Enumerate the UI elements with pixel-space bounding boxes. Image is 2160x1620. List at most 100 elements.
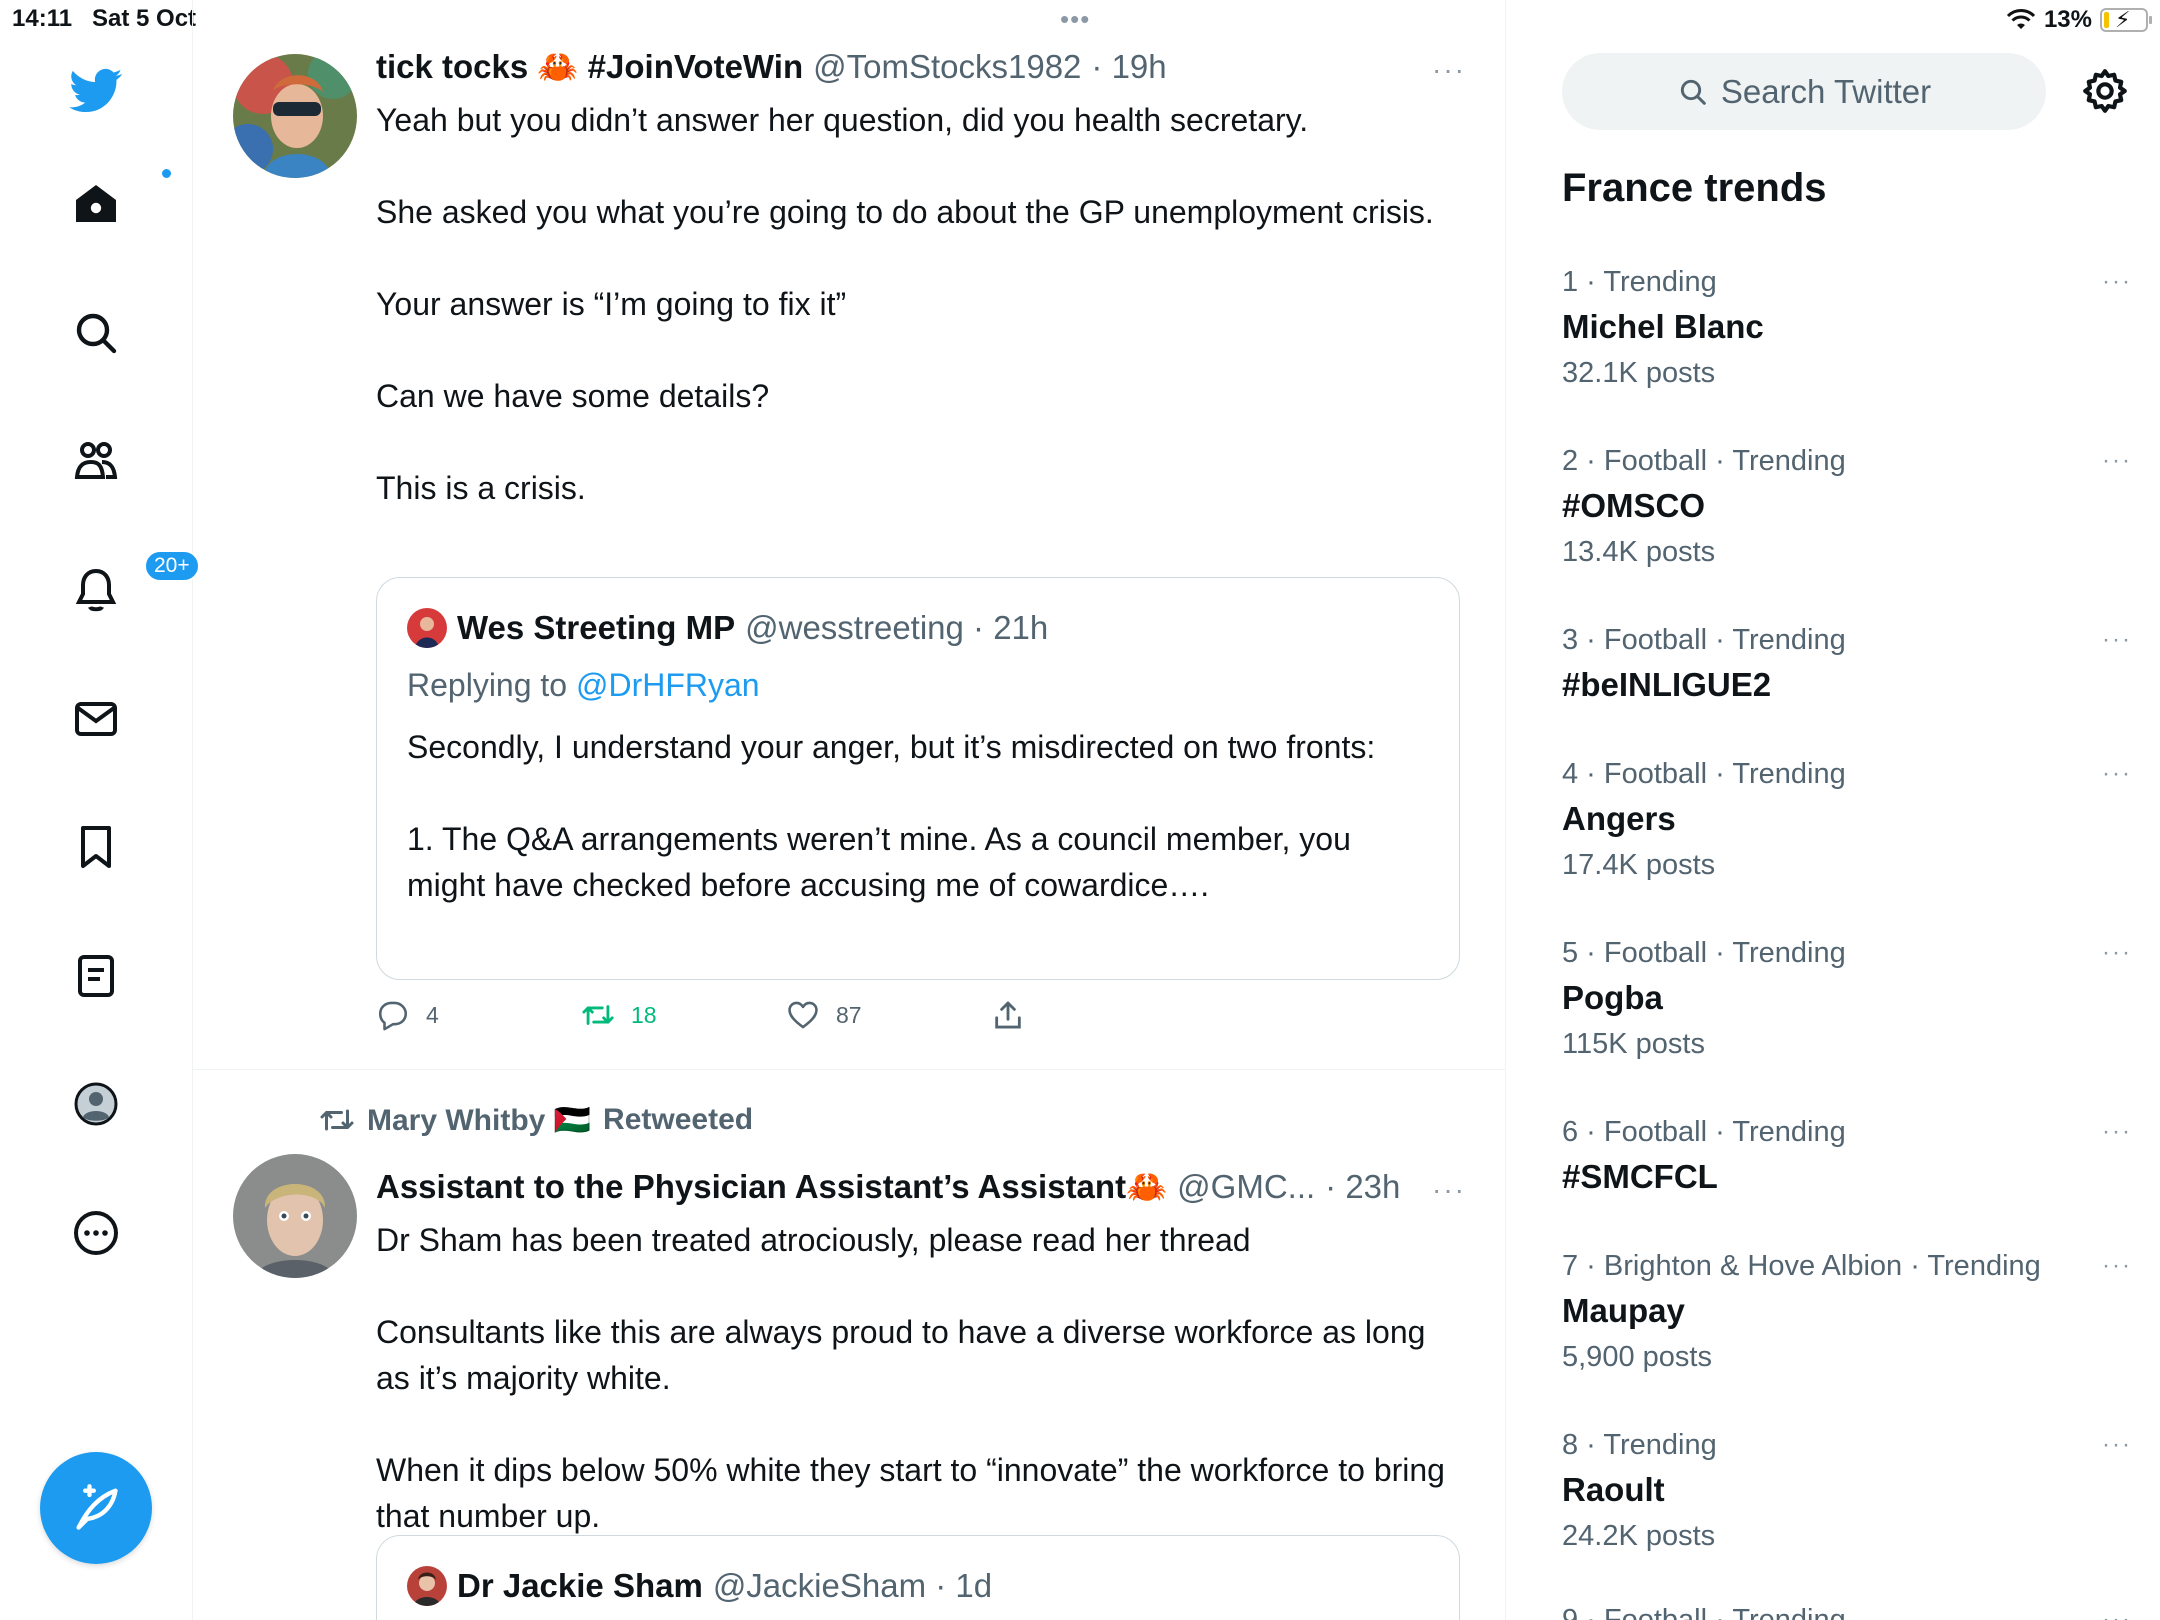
trend-more-icon[interactable]: ··· <box>2102 268 2132 296</box>
trend-meta: 2 · Football · Trending <box>1562 445 1846 477</box>
quoted-paragraph: Secondly, I understand your anger, but i… <box>407 729 1376 765</box>
share-button[interactable] <box>991 998 1196 1032</box>
trend-item[interactable]: 8 · Trending Raoult 24.2K posts ··· <box>1562 1423 2132 1559</box>
battery-icon: ⚡ <box>2100 7 2152 32</box>
quoted-author-name: Wes Streeting MP <box>457 609 736 646</box>
replying-prefix: Replying to <box>407 667 576 703</box>
quoted-tweet[interactable]: Dr Jackie Sham @JackieSham · 1d <box>376 1535 1460 1620</box>
quoted-tweet-header: Dr Jackie Sham @JackieSham · 1d <box>407 1566 992 1606</box>
trend-name: #SMCFCL <box>1562 1158 1718 1195</box>
quoted-tweet[interactable]: Wes Streeting MP @wesstreeting · 21h Rep… <box>376 577 1460 980</box>
quoted-tweet-text: Secondly, I understand your anger, but i… <box>407 724 1427 954</box>
twitter-logo-icon[interactable] <box>56 50 136 130</box>
trend-name: #beINLIGUE2 <box>1562 666 1772 703</box>
tweet-more-options-icon[interactable]: ··· <box>1432 54 1466 86</box>
trend-name: Michel Blanc <box>1562 308 1764 345</box>
trend-meta: 9 · Football · Trending <box>1562 1604 1846 1620</box>
avatar[interactable] <box>233 1154 357 1278</box>
trend-item[interactable]: 1 · Trending Michel Blanc 32.1K posts ··… <box>1562 260 2132 396</box>
compose-tweet-button[interactable] <box>40 1452 152 1564</box>
trend-more-icon[interactable]: ··· <box>2102 1606 2132 1620</box>
search-input[interactable]: Search Twitter <box>1562 53 2046 130</box>
trend-name: #OMSCO <box>1562 487 1706 524</box>
notifications-bell-icon[interactable]: 20+ <box>56 550 200 630</box>
quoted-paragraph: 1. The Q&A arrangements weren’t mine. As… <box>407 821 1351 903</box>
retweet-button[interactable]: 18 <box>581 998 786 1032</box>
retweet-icon <box>582 1005 614 1025</box>
trend-name: Maupay <box>1562 1292 1685 1329</box>
trend-more-icon[interactable]: ··· <box>2102 760 2132 788</box>
trend-name: Pogba <box>1562 979 1663 1016</box>
trend-item[interactable]: 6 · Football · Trending #SMCFCL ··· <box>1562 1110 2132 1200</box>
trend-more-icon[interactable]: ··· <box>2102 1252 2132 1280</box>
messages-envelope-icon[interactable] <box>56 679 136 759</box>
notifications-badge: 20+ <box>144 550 200 582</box>
bookmarks-icon[interactable] <box>56 807 136 887</box>
tweet-actions: 4 18 87 <box>376 998 1196 1032</box>
trend-item[interactable]: 2 · Football · Trending #OMSCO 13.4K pos… <box>1562 439 2132 575</box>
quoted-avatar <box>407 1566 447 1606</box>
trend-more-icon[interactable]: ··· <box>2102 1118 2132 1146</box>
tweet-paragraph: Can we have some details? <box>376 378 770 414</box>
reply-button[interactable]: 4 <box>376 998 581 1032</box>
tweet-more-options-icon[interactable]: ··· <box>1432 1174 1466 1206</box>
tweet-header: tick tocks 🦀 #JoinVoteWin @TomStocks1982… <box>376 48 1167 87</box>
trend-more-icon[interactable]: ··· <box>2102 1431 2132 1459</box>
tweet-text: Dr Sham has been treated atrociously, pl… <box>376 1217 1446 1585</box>
avatar[interactable] <box>233 54 357 178</box>
trend-item[interactable]: 4 · Football · Trending Angers 17.4K pos… <box>1562 752 2132 888</box>
quoted-author-name: Dr Jackie Sham <box>457 1567 703 1604</box>
status-indicators: 13% ⚡ <box>2006 2 2152 38</box>
trend-item[interactable]: 5 · Football · Trending Pogba 115K posts… <box>1562 931 2132 1067</box>
tweet-paragraph: This is a crisis. <box>376 470 586 506</box>
trend-meta: 5 · Football · Trending <box>1562 937 1846 969</box>
trend-posts: 17.4K posts <box>1562 849 1716 881</box>
author-name[interactable]: tick tocks 🦀 #JoinVoteWin <box>376 48 803 87</box>
replying-to-link[interactable]: @DrHFRyan <box>576 667 760 703</box>
tweet-timestamp[interactable]: · 19h <box>1091 48 1166 86</box>
like-button[interactable]: 87 <box>786 998 991 1032</box>
author-handle[interactable]: @GMC... <box>1177 1168 1315 1206</box>
quoted-avatar <box>407 608 447 648</box>
more-options-icon[interactable] <box>56 1193 136 1273</box>
trend-name: Angers <box>1562 800 1676 837</box>
trend-more-icon[interactable]: ··· <box>2102 447 2132 475</box>
home-icon[interactable] <box>56 164 173 244</box>
profile-avatar-icon[interactable] <box>56 1064 136 1144</box>
tweet-paragraph: Dr Sham has been treated atrociously, pl… <box>376 1222 1251 1258</box>
trends-title: France trends <box>1562 166 1827 210</box>
trend-item[interactable]: 9 · Football · Trending ··· <box>1562 1598 2132 1620</box>
tweet-paragraph: When it dips below 50% white they start … <box>376 1452 1445 1534</box>
tweet-paragraph: Your answer is “I’m going to fix it” <box>376 286 847 322</box>
tweet[interactable]: Mary Whitby 🇵🇸 Retweeted Assistant to th… <box>193 1070 1506 1620</box>
trend-more-icon[interactable]: ··· <box>2102 939 2132 967</box>
battery-percent: 13% <box>2043 6 2092 33</box>
tweet[interactable]: tick tocks 🦀 #JoinVoteWin @TomStocks1982… <box>193 0 1506 1070</box>
search-placeholder: Search Twitter <box>1720 72 1932 110</box>
quoted-author-handle: @JackieSham · 1d <box>712 1567 993 1604</box>
tweet-paragraph: She asked you what you’re going to do ab… <box>376 194 1434 230</box>
tweet-timestamp[interactable]: · 23h <box>1325 1168 1400 1206</box>
tweet-paragraph: Consultants like this are always proud t… <box>376 1314 1426 1396</box>
quoted-author-handle: @wesstreeting · 21h <box>745 609 1049 646</box>
trend-item[interactable]: 7 · Brighton & Hove Albion · Trending Ma… <box>1562 1244 2132 1380</box>
charging-icon: ⚡ <box>2115 7 2131 32</box>
compose-feather-icon <box>76 1484 118 1530</box>
trend-item[interactable]: 3 · Football · Trending #beINLIGUE2 ··· <box>1562 618 2132 708</box>
author-handle[interactable]: @TomStocks1982 <box>813 48 1081 86</box>
trend-meta: 3 · Football · Trending <box>1562 624 1846 656</box>
search-nav-icon[interactable] <box>56 293 136 373</box>
communities-icon[interactable] <box>56 421 136 501</box>
trend-meta: 8 · Trending <box>1562 1429 1717 1461</box>
author-name[interactable]: Assistant to the Physician Assistant’s A… <box>376 1168 1167 1207</box>
wifi-icon <box>2006 9 2036 29</box>
search-icon <box>1680 79 1706 105</box>
trend-more-icon[interactable]: ··· <box>2102 626 2132 654</box>
trend-posts: 5,900 posts <box>1562 1341 1712 1373</box>
settings-gear-icon[interactable] <box>2080 66 2130 116</box>
trend-name: Raoult <box>1562 1471 1665 1508</box>
side-navigation: 20+ <box>0 0 200 1620</box>
lists-icon[interactable] <box>56 936 136 1016</box>
quoted-tweet-header: Wes Streeting MP @wesstreeting · 21h <box>407 608 1048 648</box>
retweeter-name[interactable]: Mary Whitby 🇵🇸 <box>367 1103 591 1138</box>
